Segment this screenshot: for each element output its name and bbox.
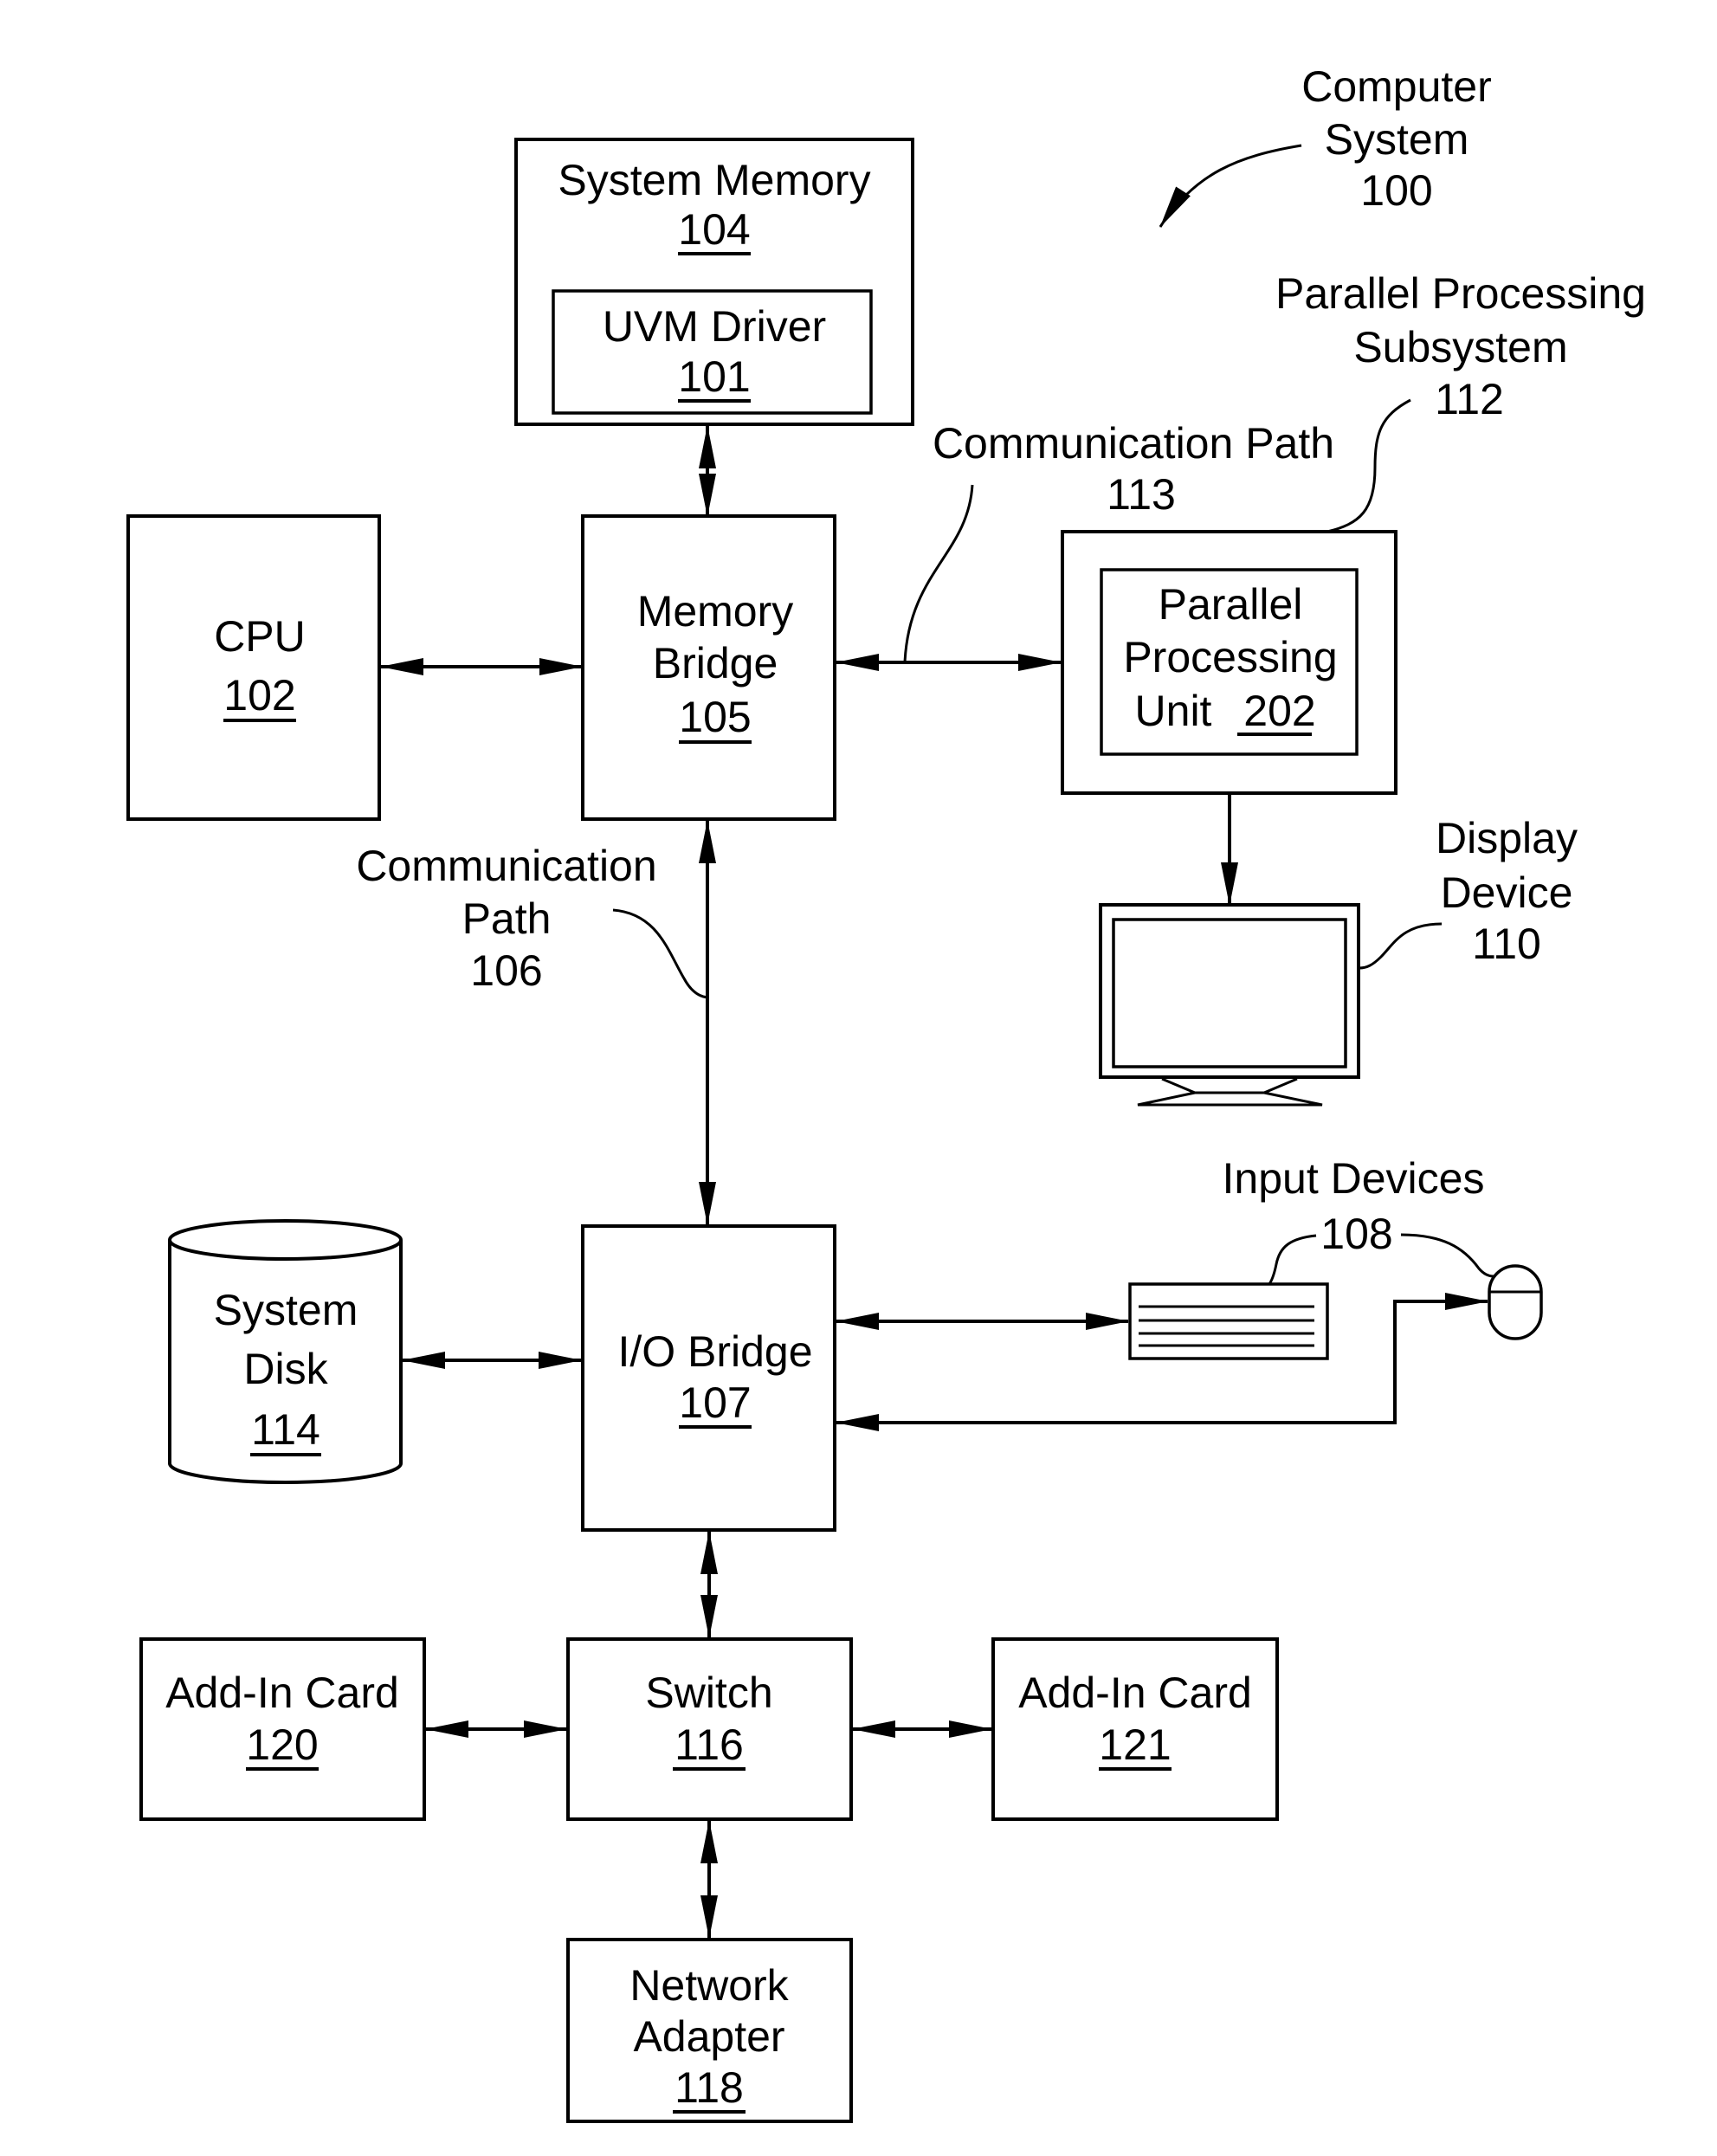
io-bridge-label: I/O Bridge — [617, 1327, 812, 1376]
network-adapter-label-line-1: Network — [629, 1961, 789, 2010]
cpu-box[interactable] — [126, 514, 381, 821]
communication-path-106-label-line-1: Communication — [356, 842, 656, 890]
system-disk-top — [168, 1219, 403, 1261]
system-disk-ref: 114 — [251, 1405, 320, 1454]
uvm-driver-ref: 101 — [678, 352, 750, 401]
pps-leader — [1326, 398, 1411, 533]
computer-system-label-line-2: System — [1325, 115, 1469, 164]
network-adapter-block[interactable]: Network Adapter 118 — [566, 1938, 853, 2123]
system-disk-label-line-1: System — [214, 1286, 358, 1334]
io-bridge-block[interactable]: I/O Bridge 107 — [581, 1224, 836, 1532]
computer-system-pointer-arrow — [1159, 144, 1302, 228]
switch-ref: 116 — [675, 1720, 744, 1769]
uvm-driver-block[interactable]: UVM Driver 101 — [552, 289, 873, 415]
ppu-label-line-1: Parallel — [1159, 580, 1303, 629]
add-in-card-120-label: Add-In Card — [165, 1669, 399, 1717]
io-bridge-ref: 107 — [679, 1378, 751, 1427]
monitor-neck — [1161, 1077, 1298, 1094]
network-adapter-ref: 118 — [675, 2063, 744, 2112]
pps-label-line-1: Parallel Processing — [1275, 269, 1646, 318]
ppu-ref: 202 — [1243, 687, 1315, 735]
add-in-card-121-ref: 121 — [1099, 1720, 1171, 1769]
communication-path-106-ref: 106 — [470, 946, 542, 995]
parallel-processing-subsystem-label: Parallel Processing Subsystem 112 — [1275, 269, 1646, 533]
cpu-block[interactable]: CPU 102 — [126, 514, 381, 821]
memory-bridge-label-line-1: Memory — [637, 587, 794, 636]
display-device-label: Display Device 110 — [1359, 814, 1578, 970]
input-devices-ref: 108 — [1320, 1210, 1392, 1258]
monitor-screen — [1112, 918, 1347, 1068]
keyboard-leader — [1268, 1234, 1317, 1285]
ppu-label-line-2: Processing — [1123, 633, 1337, 681]
system-disk-block[interactable]: System Disk 114 — [168, 1219, 403, 1484]
add-in-card-120-block[interactable]: Add-In Card 120 — [139, 1637, 426, 1821]
communication-path-113-ref: 113 — [1107, 470, 1176, 519]
memory-bridge-block[interactable]: Memory Bridge 105 — [581, 514, 836, 821]
cpu-ref: 102 — [223, 671, 295, 720]
computer-system-ref: 100 — [1360, 166, 1432, 215]
add-in-card-120-ref: 120 — [246, 1720, 318, 1769]
communication-path-106-label-line-2: Path — [462, 894, 552, 943]
mouse-icon[interactable] — [1488, 1264, 1543, 1340]
display-device-icon[interactable] — [1099, 903, 1360, 1107]
computer-system-label-line-1: Computer — [1301, 62, 1492, 111]
parallel-processing-unit-block[interactable]: Parallel Processing Unit 202 — [1100, 568, 1359, 756]
keyboard-icon[interactable] — [1128, 1282, 1329, 1360]
memory-bridge-ref: 105 — [679, 693, 751, 741]
uvm-driver-label: UVM Driver — [603, 302, 826, 351]
system-disk-label-line-2: Disk — [243, 1345, 328, 1393]
system-memory-ref: 104 — [678, 205, 750, 254]
pps-ref: 112 — [1435, 375, 1504, 423]
mouse-leader — [1400, 1233, 1494, 1278]
add-in-card-121-label: Add-In Card — [1018, 1669, 1252, 1717]
communication-path-113-leader — [903, 484, 974, 663]
switch-block[interactable]: Switch 116 — [566, 1637, 853, 1821]
system-memory-label: System Memory — [558, 156, 870, 204]
display-device-ref: 110 — [1472, 920, 1541, 968]
display-device-leader — [1359, 922, 1443, 970]
communication-path-113-label: Communication Path — [933, 419, 1334, 468]
input-devices-label-text: Input Devices — [1223, 1154, 1485, 1203]
add-in-card-121-block[interactable]: Add-In Card 121 — [991, 1637, 1279, 1821]
mouse-body — [1488, 1264, 1543, 1340]
monitor-stand — [1137, 1091, 1323, 1107]
communication-path-106-leader — [612, 908, 708, 999]
input-devices-label: Input Devices 108 — [1223, 1154, 1494, 1285]
ppu-label-line-3: Unit — [1135, 687, 1212, 735]
memory-bridge-label-line-2: Bridge — [653, 639, 778, 687]
cpu-label: CPU — [214, 612, 306, 661]
display-device-label-line-2: Device — [1441, 868, 1573, 917]
display-device-label-line-1: Display — [1436, 814, 1578, 862]
pps-label-line-2: Subsystem — [1353, 323, 1567, 371]
network-adapter-label-line-2: Adapter — [633, 2012, 784, 2061]
computer-system-block-diagram: Computer System 100 System Memory 104 UV… — [126, 62, 1646, 2123]
computer-system-label: Computer System 100 — [1159, 62, 1492, 228]
switch-label: Switch — [645, 1669, 772, 1717]
communication-path-106: Communication Path 106 — [356, 842, 708, 999]
